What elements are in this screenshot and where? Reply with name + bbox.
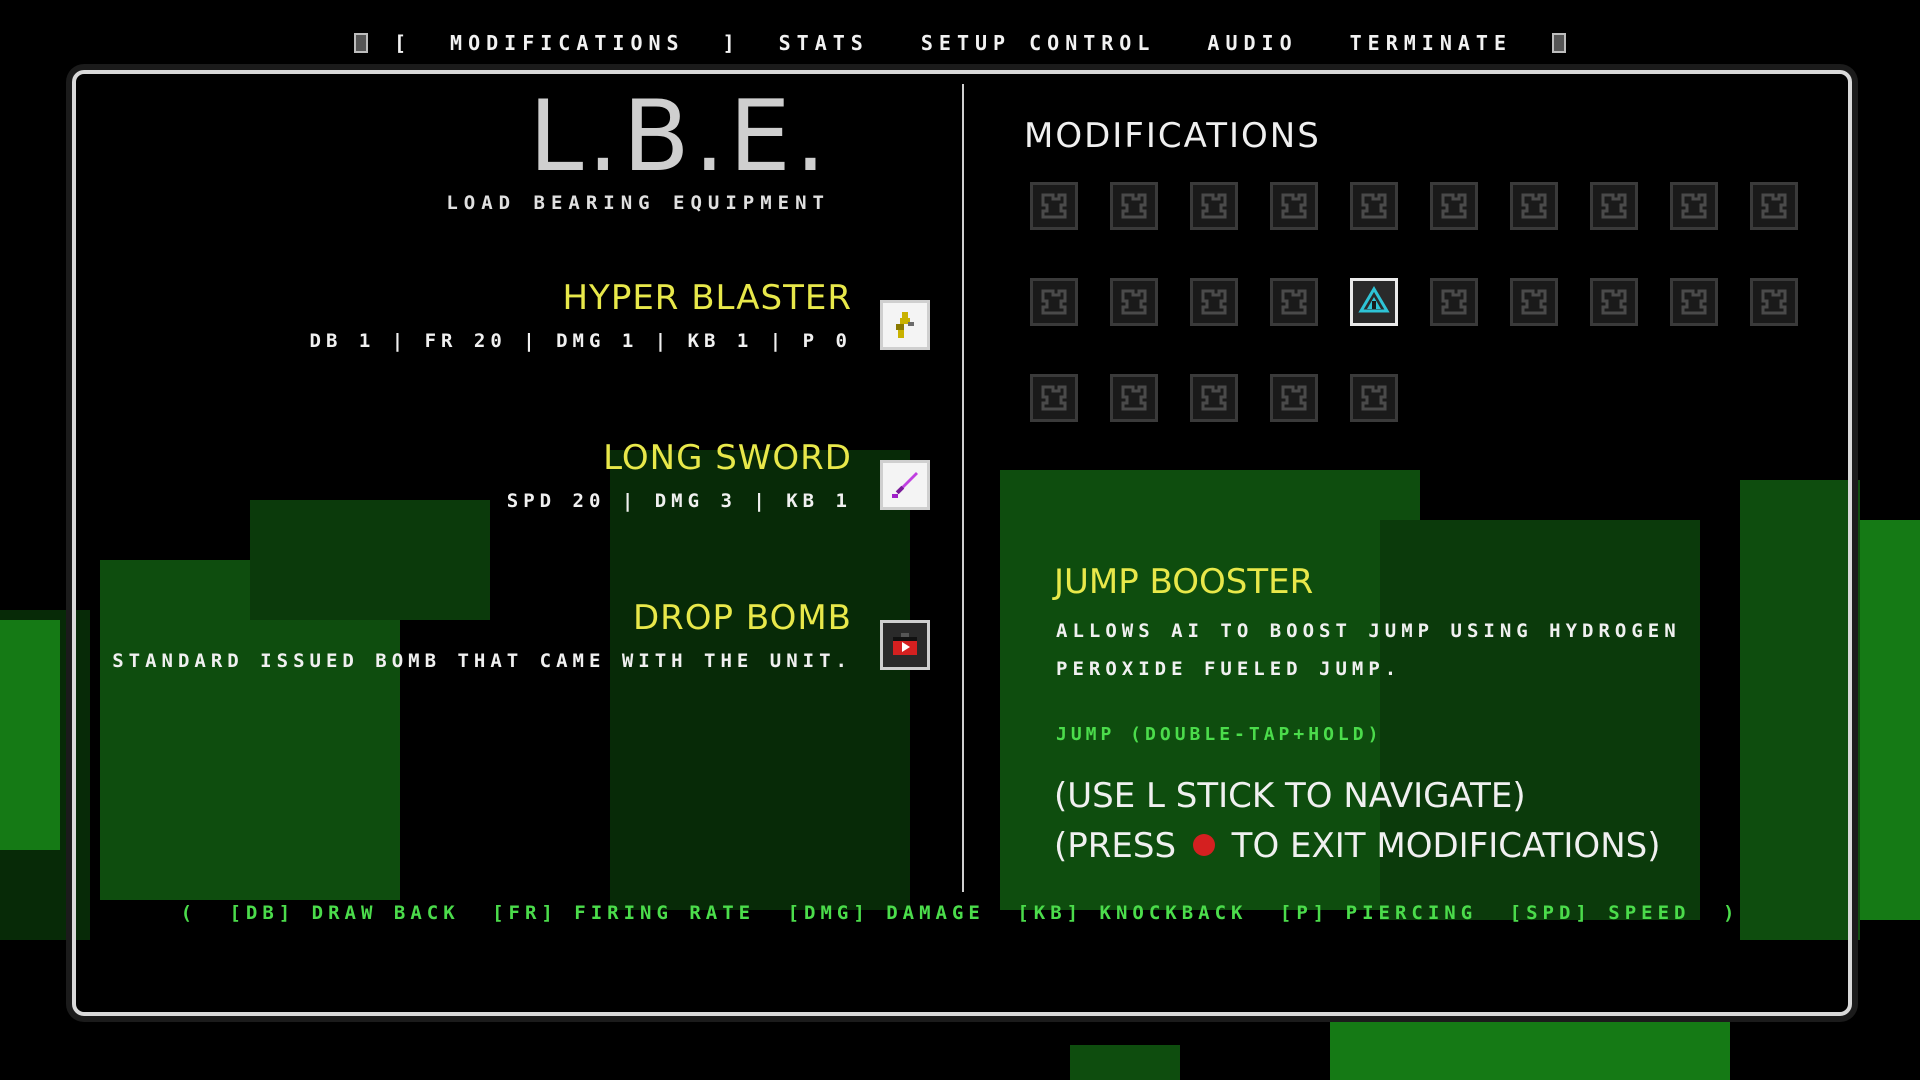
locked-mod-icon	[1197, 285, 1231, 319]
mod-slot[interactable]	[1750, 278, 1798, 326]
menu-bracket-left: [	[394, 31, 413, 55]
locked-mod-icon	[1037, 381, 1071, 415]
locked-mod-icon	[1117, 285, 1151, 319]
locked-mod-icon	[1597, 189, 1631, 223]
tab-stats[interactable]: STATS	[779, 31, 869, 55]
locked-mod-icon	[1597, 285, 1631, 319]
mod-slot[interactable]	[1030, 182, 1078, 230]
left-bumper-icon[interactable]	[354, 33, 368, 53]
tab-setup-control[interactable]: SETUP CONTROL	[921, 31, 1156, 55]
mod-slot[interactable]	[1110, 374, 1158, 422]
exit-hint-suffix: TO EXIT MODIFICATIONS)	[1231, 826, 1661, 866]
locked-mod-icon	[1517, 285, 1551, 319]
modifications-title: MODIFICATIONS	[1024, 116, 1321, 156]
mod-slot[interactable]	[1430, 182, 1478, 230]
locked-mod-icon	[1677, 189, 1711, 223]
locked-mod-icon	[1357, 189, 1391, 223]
locked-mod-icon	[1117, 381, 1151, 415]
panel-divider	[962, 84, 964, 892]
mod-slot[interactable]	[1190, 278, 1238, 326]
weapon-stats-hyper-blaster: DB 1 | FR 20 | DMG 1 | KB 1 | P 0	[309, 330, 852, 352]
weapon-name-drop-bomb: DROP BOMB	[632, 598, 852, 638]
legend-item-p: [P] PIERCING	[1279, 902, 1478, 924]
locked-mod-icon	[1677, 285, 1711, 319]
locked-mod-icon	[1277, 381, 1311, 415]
locked-mod-icon	[1437, 285, 1471, 319]
page-title: L.B.E.	[528, 80, 830, 194]
locked-mod-icon	[1277, 189, 1311, 223]
mod-slot[interactable]	[1670, 278, 1718, 326]
background-foliage	[0, 620, 60, 850]
exit-hint-prefix: (PRESS	[1054, 826, 1177, 866]
top-menu: [ MODIFICATIONS ] STATS SETUP CONTROL AU…	[0, 28, 1920, 58]
mod-slot[interactable]	[1190, 374, 1238, 422]
selected-mod-control: JUMP (DOUBLE-TAP+HOLD)	[1056, 724, 1383, 745]
mod-slot[interactable]	[1350, 182, 1398, 230]
mod-slot[interactable]	[1510, 182, 1558, 230]
locked-mod-icon	[1197, 381, 1231, 415]
mod-slot[interactable]	[1430, 278, 1478, 326]
weapon-name-hyper-blaster: HYPER BLASTER	[562, 278, 852, 318]
weapon-stats-long-sword: SPD 20 | DMG 3 | KB 1	[506, 490, 852, 512]
tab-terminate[interactable]: TERMINATE	[1350, 31, 1512, 55]
stat-legend: ( [DB] DRAW BACK [FR] FIRING RATE [DMG] …	[0, 902, 1920, 924]
locked-mod-icon	[1037, 189, 1071, 223]
locked-mod-icon	[1197, 189, 1231, 223]
locked-mod-icon	[1357, 381, 1391, 415]
legend-item-spd: [SPD] SPEED	[1509, 902, 1691, 924]
weapon-desc-drop-bomb: STANDARD ISSUED BOMB THAT CAME WITH THE …	[112, 650, 852, 672]
weapon-name-long-sword: LONG SWORD	[603, 438, 852, 478]
legend-item-db: [DB] DRAW BACK	[229, 902, 460, 924]
mod-slot[interactable]	[1750, 182, 1798, 230]
mod-slot[interactable]	[1510, 278, 1558, 326]
mod-slot[interactable]	[1270, 182, 1318, 230]
locked-mod-icon	[1757, 285, 1791, 319]
locked-mod-icon	[1437, 189, 1471, 223]
blaster-icon	[880, 300, 930, 350]
mod-slot[interactable]	[1350, 374, 1398, 422]
mod-slot[interactable]	[1590, 182, 1638, 230]
mod-slot[interactable]	[1030, 374, 1078, 422]
background-foliage	[1070, 1045, 1180, 1080]
sword-icon	[880, 460, 930, 510]
legend-open: (	[180, 902, 198, 924]
jump-booster-icon	[1357, 285, 1391, 319]
mod-slot[interactable]	[1270, 374, 1318, 422]
background-foliage	[1330, 1020, 1730, 1080]
mod-slot-selected[interactable]	[1350, 278, 1398, 326]
right-bumper-icon[interactable]	[1552, 33, 1566, 53]
mod-slot[interactable]	[1110, 278, 1158, 326]
mod-slot[interactable]	[1190, 182, 1238, 230]
tab-audio[interactable]: AUDIO	[1207, 31, 1297, 55]
legend-item-kb: [KB] KNOCKBACK	[1017, 902, 1248, 924]
locked-mod-icon	[1517, 189, 1551, 223]
b-button-icon	[1192, 833, 1215, 856]
bomb-icon	[880, 620, 930, 670]
mod-slot[interactable]	[1590, 278, 1638, 326]
legend-close: )	[1722, 902, 1740, 924]
mod-slot[interactable]	[1110, 182, 1158, 230]
navigate-hint: (USE L STICK TO NAVIGATE)	[1054, 776, 1526, 816]
tab-modifications[interactable]: MODIFICATIONS	[450, 31, 685, 55]
mod-slot[interactable]	[1670, 182, 1718, 230]
exit-hint: (PRESS TO EXIT MODIFICATIONS)	[1054, 826, 1660, 866]
menu-bracket-right: ]	[722, 31, 741, 55]
mod-slot[interactable]	[1270, 278, 1318, 326]
locked-mod-icon	[1757, 189, 1791, 223]
legend-item-dmg: [DMG] DAMAGE	[787, 902, 985, 924]
selected-mod-description: ALLOWS AI TO BOOST JUMP USING HYDROGEN P…	[1056, 620, 1681, 680]
selected-mod-name: JUMP BOOSTER	[1054, 562, 1314, 602]
legend-item-fr: [FR] FIRING RATE	[492, 902, 756, 924]
mod-slot[interactable]	[1030, 278, 1078, 326]
locked-mod-icon	[1277, 285, 1311, 319]
locked-mod-icon	[1037, 285, 1071, 319]
locked-mod-icon	[1117, 189, 1151, 223]
page-subtitle: LOAD BEARING EQUIPMENT	[446, 192, 830, 214]
